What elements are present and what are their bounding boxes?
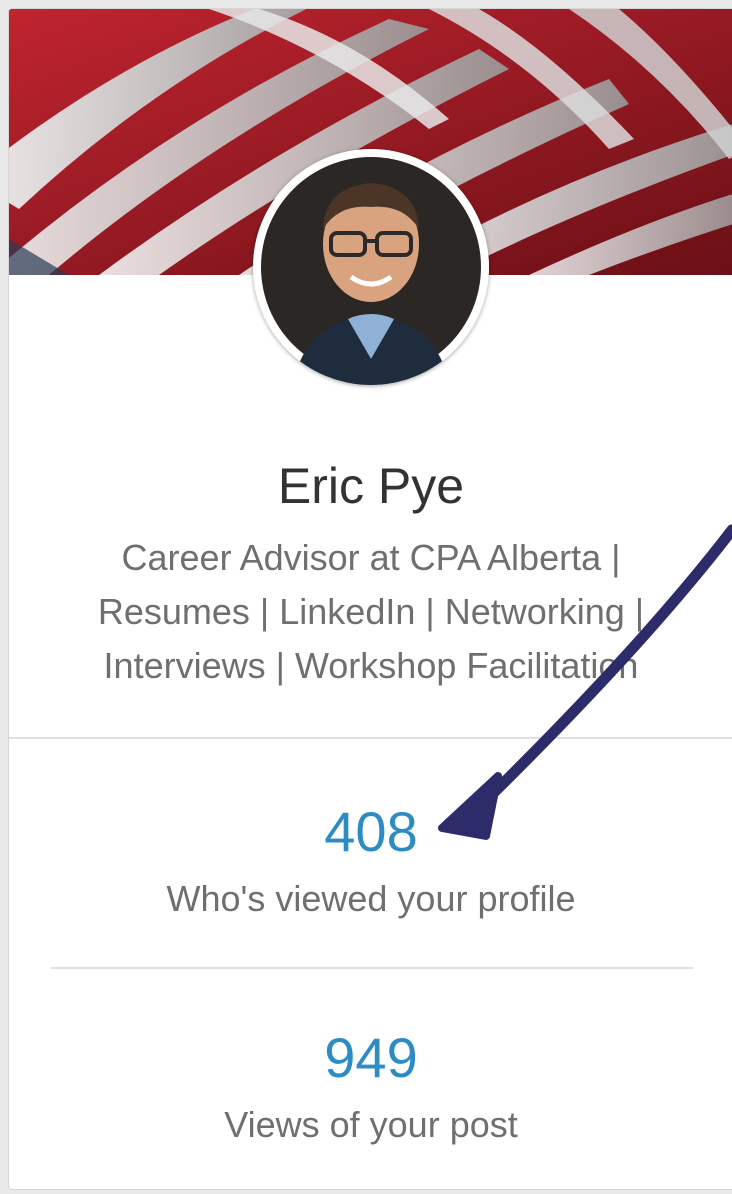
stats-divider bbox=[51, 967, 693, 969]
headline-line: Career Advisor at CPA Alberta | bbox=[121, 537, 621, 578]
profile-views-count[interactable]: 408 bbox=[9, 799, 732, 864]
profile-views-stat[interactable]: 408 Who's viewed your profile bbox=[9, 799, 732, 920]
post-views-stat[interactable]: 949 Views of your post bbox=[9, 1025, 732, 1146]
profile-name[interactable]: Eric Pye bbox=[9, 457, 732, 515]
profile-headline: Career Advisor at CPA Alberta | Resumes … bbox=[59, 531, 683, 693]
profile-avatar[interactable] bbox=[253, 149, 489, 385]
headline-line: Interviews | Workshop Facilitation bbox=[103, 645, 639, 686]
section-divider bbox=[9, 737, 732, 739]
profile-views-label[interactable]: Who's viewed your profile bbox=[9, 878, 732, 920]
post-views-label[interactable]: Views of your post bbox=[9, 1104, 732, 1146]
post-views-count[interactable]: 949 bbox=[9, 1025, 732, 1090]
headline-line: Resumes | LinkedIn | Networking | bbox=[97, 591, 645, 632]
profile-card: Eric Pye Career Advisor at CPA Alberta |… bbox=[8, 8, 732, 1190]
